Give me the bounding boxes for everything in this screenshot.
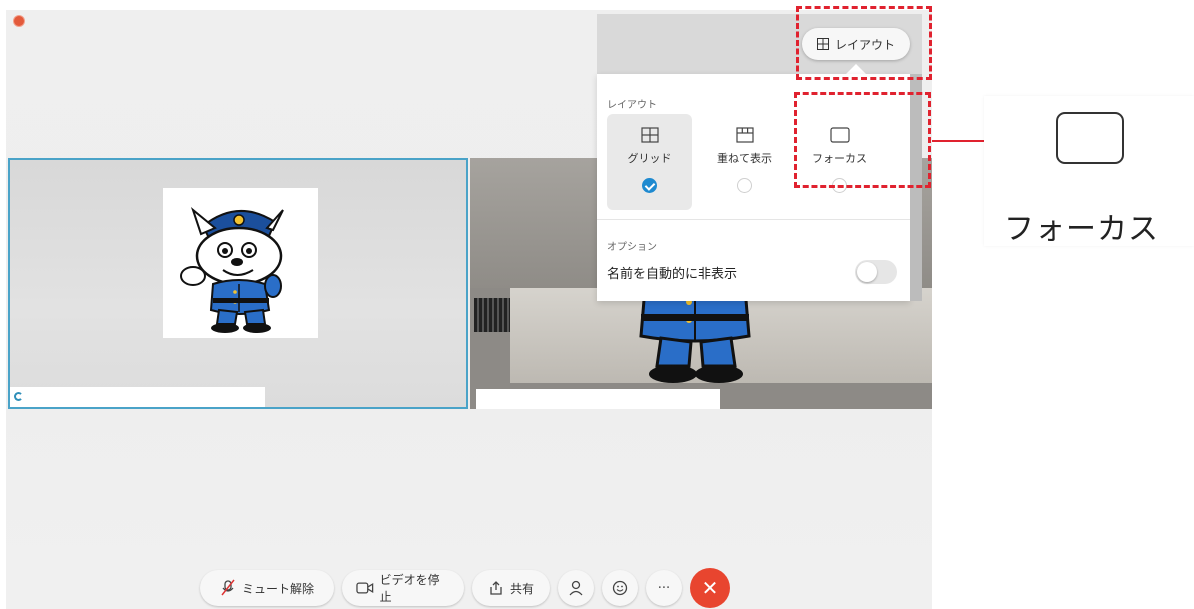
auto-hide-names-label: 名前を自動的に非表示 — [607, 266, 738, 282]
share-button[interactable]: 共有 — [472, 570, 550, 606]
loading-spinner-icon — [14, 392, 23, 401]
unmute-button[interactable]: ミュート解除 — [200, 570, 334, 606]
share-label: 共有 — [509, 581, 534, 596]
callout-label: フォーカス — [1004, 212, 1159, 247]
layout-option-stack[interactable]: 重ねて表示 — [702, 114, 787, 210]
participant-name-bar — [476, 389, 720, 409]
stack-icon — [735, 127, 754, 143]
close-icon: ✕ — [701, 576, 719, 600]
divider — [597, 219, 910, 220]
auto-hide-names-row: 名前を自動的に非表示 — [607, 260, 897, 284]
microphone-muted-icon — [221, 579, 235, 596]
unmute-label: ミュート解除 — [241, 581, 314, 596]
more-label: ··· — [657, 580, 671, 596]
avatar — [163, 188, 318, 338]
grid-icon — [640, 127, 659, 143]
stop-video-button[interactable]: ビデオを停止 — [342, 570, 464, 606]
police-cat-mascot-icon — [180, 207, 284, 333]
meeting-toolbar: ミュート解除 ビデオを停止 共有 ··· ✕ — [200, 568, 730, 608]
participants-icon — [569, 580, 583, 596]
video-tile-self[interactable] — [8, 158, 468, 409]
recording-indicator-icon — [14, 16, 24, 26]
radio-checked-icon[interactable] — [642, 178, 657, 193]
section-options-label: オプション — [607, 242, 657, 253]
focus-icon — [1056, 112, 1124, 164]
auto-hide-names-toggle[interactable] — [855, 260, 897, 284]
layout-option-grid[interactable]: グリッド — [607, 114, 692, 210]
smile-icon — [612, 580, 628, 596]
stop-video-label: ビデオを停止 — [379, 573, 440, 604]
room-vent — [474, 298, 510, 332]
participants-button[interactable] — [558, 570, 594, 606]
section-layout-label: レイアウト — [607, 100, 657, 111]
layout-option-label: グリッド — [627, 152, 672, 165]
highlight-layout-button — [796, 6, 932, 80]
police-cat-mascot-icon — [639, 288, 751, 383]
more-button[interactable]: ··· — [646, 570, 682, 606]
radio-unchecked-icon[interactable] — [737, 178, 752, 193]
focus-callout: フォーカス — [984, 96, 1194, 247]
participant-name-bar — [10, 387, 265, 407]
layout-option-label: 重ねて表示 — [717, 152, 772, 165]
reactions-button[interactable] — [602, 570, 638, 606]
leave-meeting-button[interactable]: ✕ — [690, 568, 730, 608]
share-icon — [490, 581, 502, 595]
highlight-focus-option — [794, 92, 931, 188]
video-camera-icon — [356, 582, 374, 594]
